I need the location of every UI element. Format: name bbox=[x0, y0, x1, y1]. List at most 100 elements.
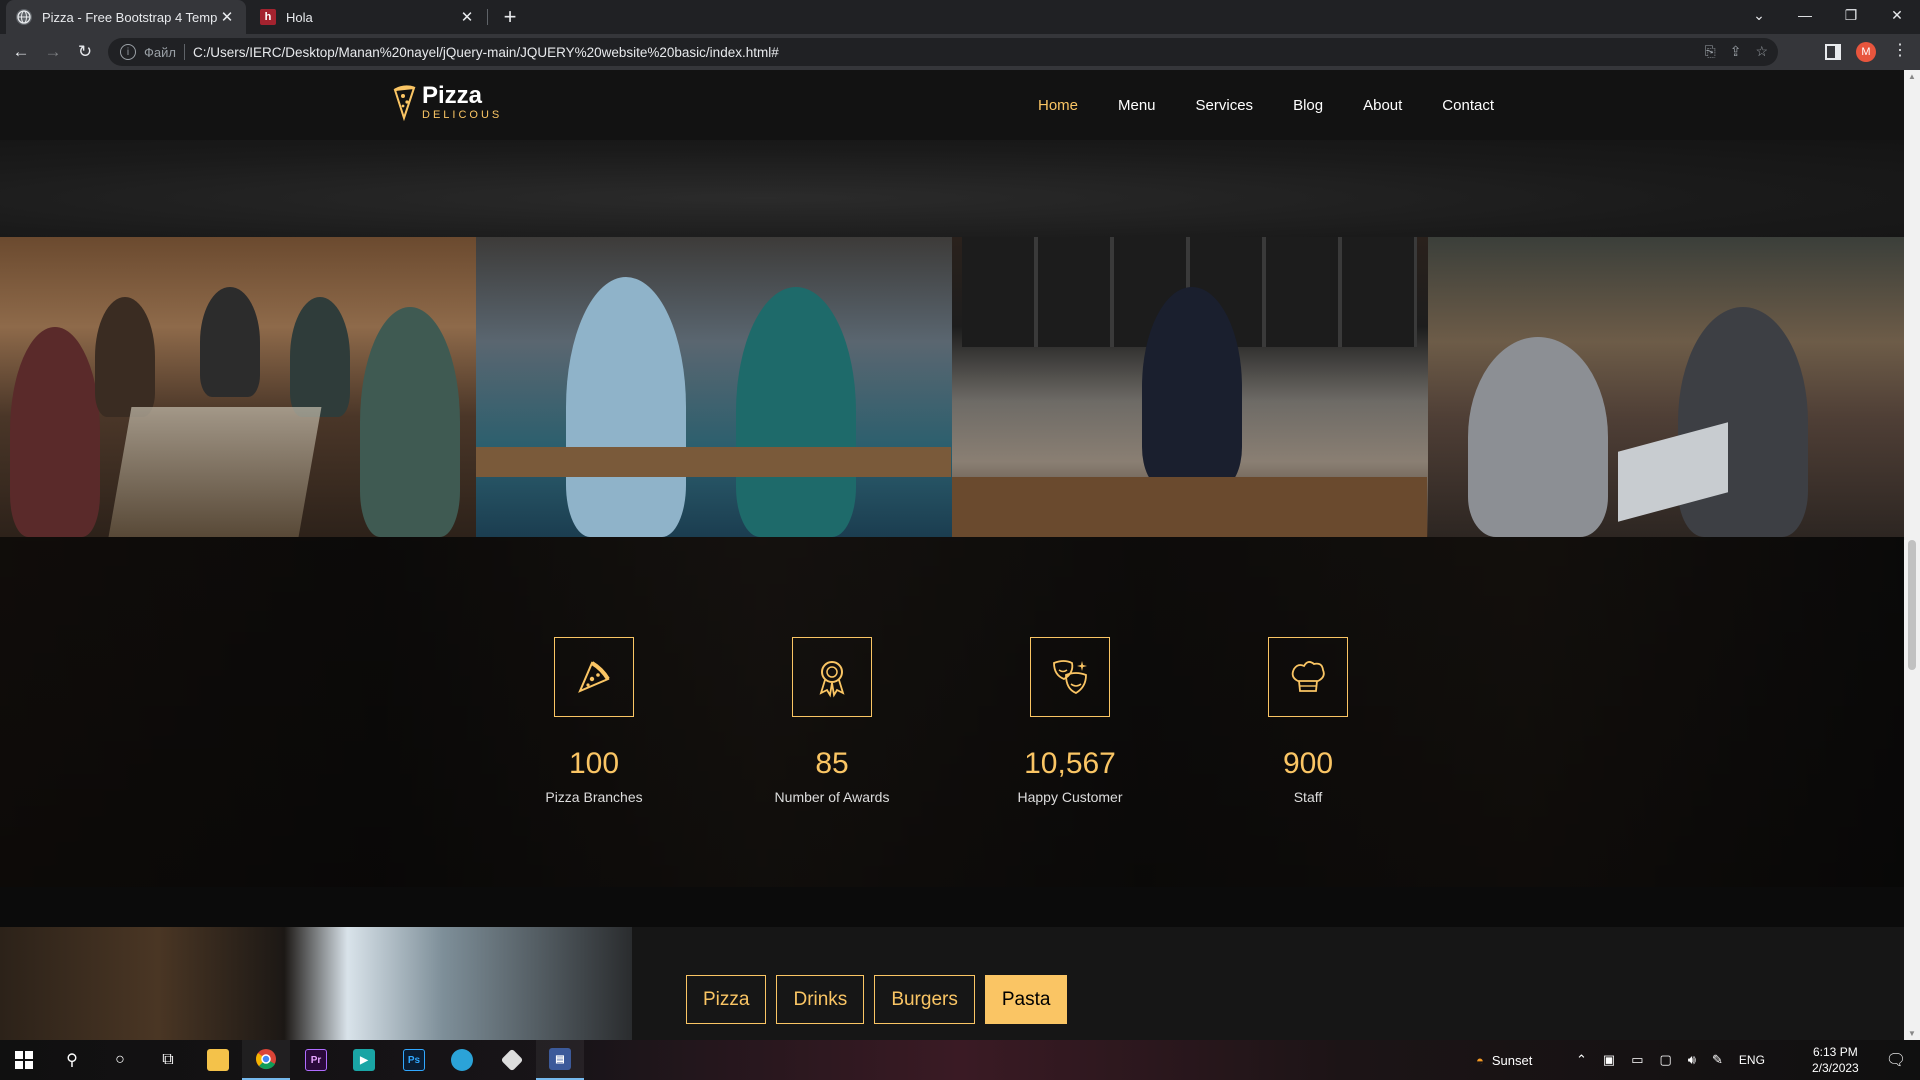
stat-value: 100 bbox=[568, 747, 620, 780]
new-tab-button[interactable]: + bbox=[496, 3, 524, 31]
network-icon[interactable]: ▭ bbox=[1631, 1052, 1643, 1068]
chrome-icon[interactable] bbox=[242, 1040, 290, 1080]
terminal-icon[interactable]: ▤ bbox=[536, 1040, 584, 1080]
bookmark-star-icon[interactable]: ☆ bbox=[1755, 43, 1768, 60]
system-clock[interactable]: 6:13 PM 2/3/2023 bbox=[1812, 1044, 1859, 1076]
gallery-photo-group-dinner bbox=[0, 237, 476, 537]
sunset-icon: ◓ bbox=[1476, 1052, 1484, 1068]
stat-awards: 85 Number of Awards bbox=[722, 637, 942, 805]
stat-icon-box bbox=[1268, 637, 1348, 717]
edge-icon[interactable] bbox=[438, 1040, 486, 1080]
close-tab-icon[interactable]: ✕ bbox=[218, 8, 236, 26]
volume-icon[interactable]: 🔊︎ bbox=[1688, 1052, 1696, 1068]
stat-label: Happy Customer bbox=[1017, 789, 1123, 805]
stats-section: 100 Pizza Branches 85 Number of Awards 1… bbox=[0, 537, 1904, 887]
stat-value: 10,567 bbox=[1024, 747, 1116, 780]
menu-tab-burgers[interactable]: Burgers bbox=[874, 975, 975, 1024]
close-window-button[interactable]: ✕ bbox=[1874, 0, 1920, 30]
stat-staff: 900 Staff bbox=[1198, 637, 1418, 805]
gallery-photo-friends-laughing bbox=[476, 237, 952, 537]
scroll-down-icon[interactable]: ▼ bbox=[1908, 1029, 1916, 1038]
browser-tab-hola[interactable]: h Hola ✕ bbox=[250, 0, 486, 34]
site-logo[interactable]: Pizza DELICOUS bbox=[392, 84, 502, 122]
address-bar[interactable]: i Файл C:/Users/IERC/Desktop/Manan%20nay… bbox=[108, 38, 1778, 66]
stat-value: 85 bbox=[815, 747, 849, 780]
award-icon bbox=[819, 661, 845, 698]
windows-start-icon[interactable] bbox=[0, 1040, 48, 1080]
windows-taskbar: ⚲ ○ ⧉ Pr ▶ Ps ▤ ◓ Sunset ⌃ ▣ ▭ ▢ 🔊︎ ✎ EN… bbox=[0, 1040, 1920, 1080]
share-icon[interactable]: ⇪ bbox=[1730, 43, 1742, 60]
menu-tab-pasta[interactable]: Pasta bbox=[984, 975, 1068, 1024]
logo-tagline: DELICOUS bbox=[422, 109, 503, 121]
browser-menu-icon[interactable]: ⋮ bbox=[1892, 40, 1908, 60]
gallery-photo-bartender bbox=[952, 237, 1428, 537]
pen-icon[interactable]: ✎ bbox=[1712, 1052, 1723, 1068]
site-navbar: Pizza DELICOUS Home Menu Services Blog A… bbox=[0, 70, 1904, 140]
nav-about[interactable]: About bbox=[1363, 97, 1402, 114]
display-icon[interactable]: ▢ bbox=[1660, 1052, 1672, 1068]
info-icon[interactable]: i bbox=[120, 44, 136, 60]
gallery-strip bbox=[0, 237, 1904, 537]
tab-divider bbox=[487, 9, 488, 25]
clock-date: 2/3/2023 bbox=[1812, 1061, 1859, 1075]
code-editor-icon[interactable]: ▶ bbox=[340, 1040, 388, 1080]
section-divider bbox=[0, 887, 1904, 927]
clock-time: 6:13 PM bbox=[1813, 1045, 1858, 1059]
url-text[interactable]: C:/Users/IERC/Desktop/Manan%20nayel/jQue… bbox=[193, 45, 779, 60]
scrollbar-thumb[interactable] bbox=[1908, 540, 1916, 670]
pizza-logo-icon bbox=[393, 85, 416, 122]
nav-contact[interactable]: Contact bbox=[1442, 97, 1494, 114]
reload-button[interactable]: ↻ bbox=[72, 39, 98, 65]
scroll-up-icon[interactable]: ▲ bbox=[1908, 72, 1916, 81]
weather-label: Sunset bbox=[1491, 1052, 1533, 1068]
stat-label: Staff bbox=[1293, 789, 1323, 805]
cortana-icon[interactable]: ○ bbox=[96, 1040, 144, 1080]
profile-avatar[interactable]: M bbox=[1856, 42, 1876, 62]
menu-tab-pizza[interactable]: Pizza bbox=[686, 975, 767, 1024]
inkscape-icon[interactable] bbox=[488, 1040, 536, 1080]
chef-hat-icon bbox=[1291, 661, 1325, 692]
stat-icon-box bbox=[1030, 637, 1110, 717]
notification-icon[interactable]: 🗨︎ bbox=[1872, 1040, 1920, 1080]
meet-icon[interactable]: ▣ bbox=[1603, 1052, 1615, 1068]
page-scrollbar[interactable]: ▲ ▼ bbox=[1904, 70, 1920, 1040]
stat-label: Number of Awards bbox=[774, 789, 890, 805]
page-viewport: Pizza DELICOUS Home Menu Services Blog A… bbox=[0, 70, 1904, 1040]
happy-customer-icon bbox=[1053, 660, 1087, 695]
search-icon[interactable]: ⚲ bbox=[48, 1040, 96, 1080]
tab-search-icon[interactable]: ⌄ bbox=[1736, 0, 1782, 30]
nav-blog[interactable]: Blog bbox=[1293, 97, 1323, 114]
chevron-up-icon[interactable]: ⌃ bbox=[1576, 1052, 1587, 1068]
weather-widget[interactable]: ◓ Sunset bbox=[1476, 1040, 1532, 1080]
browser-tab-pizza[interactable]: Pizza - Free Bootstrap 4 Template ✕ bbox=[6, 0, 246, 34]
task-view-icon[interactable]: ⧉ bbox=[144, 1040, 192, 1080]
close-tab-icon[interactable]: ✕ bbox=[458, 8, 476, 26]
nav-menu[interactable]: Menu bbox=[1118, 97, 1156, 114]
translate-icon[interactable]: ⎘ bbox=[1705, 43, 1716, 60]
logo-name: Pizza bbox=[422, 82, 483, 109]
pizza-slice-icon bbox=[578, 661, 610, 693]
browser-tab-bar: Pizza - Free Bootstrap 4 Template ✕ h Ho… bbox=[0, 0, 1920, 34]
language-indicator[interactable]: ENG bbox=[1739, 1053, 1765, 1067]
stat-label: Pizza Branches bbox=[545, 789, 643, 805]
menu-tab-drinks[interactable]: Drinks bbox=[776, 975, 865, 1024]
forward-button[interactable]: → bbox=[40, 39, 66, 65]
stat-pizza-branches: 100 Pizza Branches bbox=[484, 637, 704, 805]
nav-home[interactable]: Home bbox=[1038, 97, 1078, 114]
h-favicon-icon: h bbox=[260, 9, 276, 25]
restaurant-interior-photo bbox=[0, 927, 632, 1040]
side-panel-icon[interactable] bbox=[1825, 44, 1841, 60]
menu-section: Pizza Drinks Burgers Pasta bbox=[0, 927, 1904, 1040]
stat-happy-customer: 10,567 Happy Customer bbox=[960, 637, 1180, 805]
minimize-button[interactable]: — bbox=[1782, 0, 1828, 30]
nav-services[interactable]: Services bbox=[1196, 97, 1254, 114]
photoshop-icon[interactable]: Ps bbox=[390, 1040, 438, 1080]
chalkboard-background bbox=[0, 140, 1904, 237]
premiere-pro-icon[interactable]: Pr bbox=[292, 1040, 340, 1080]
back-button[interactable]: ← bbox=[8, 39, 34, 65]
file-explorer-icon[interactable] bbox=[194, 1040, 242, 1080]
stat-value: 900 bbox=[1282, 747, 1334, 780]
restore-button[interactable]: ❐ bbox=[1828, 0, 1874, 30]
stat-icon-box bbox=[554, 637, 634, 717]
main-nav: Home Menu Services Blog About Contact bbox=[1038, 70, 1494, 140]
